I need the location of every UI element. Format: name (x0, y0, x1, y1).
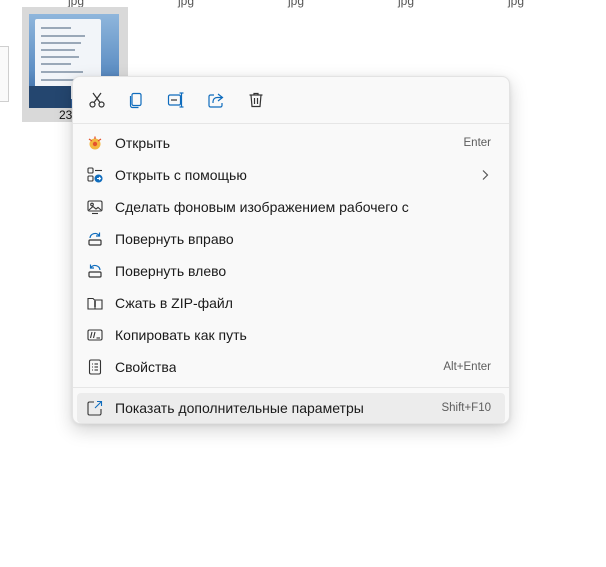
menu-item-set-wallpaper[interactable]: Сделать фоновым изображением рабочего ст… (77, 192, 505, 222)
menu-item-copy-as-path[interactable]: Копировать как путь (77, 320, 505, 350)
menu-item-shortcut: Alt+Enter (443, 361, 491, 373)
context-menu: Открыть Enter Открыть с помощью Сделать … (72, 76, 510, 424)
menu-separator (73, 387, 509, 388)
zip-icon (87, 297, 103, 310)
properties-icon (88, 359, 102, 375)
menu-item-compress-zip[interactable]: Сжать в ZIP-файл (77, 288, 505, 318)
menu-item-label: Сжать в ZIP-файл (115, 295, 233, 311)
file-label-top: jpg (398, 0, 415, 8)
menu-item-open[interactable]: Открыть Enter (77, 128, 505, 158)
rotate-right-icon (88, 232, 102, 246)
file-item-partial[interactable] (0, 46, 9, 102)
menu-item-label: Повернуть вправо (115, 231, 234, 247)
menu-item-properties[interactable]: Свойства Alt+Enter (77, 352, 505, 382)
open-with-icon (87, 167, 103, 183)
menu-item-label: Открыть (115, 135, 170, 151)
context-menu-toolbar (73, 77, 509, 124)
menu-item-rotate-right[interactable]: Повернуть вправо (77, 224, 505, 254)
share-button[interactable] (204, 88, 228, 112)
open-photos-icon (88, 136, 102, 150)
menu-item-shortcut: Enter (463, 137, 492, 149)
menu-item-label: Копировать как путь (115, 327, 247, 343)
file-name: 23 (59, 108, 73, 122)
menu-item-label: Сделать фоновым изображением рабочего ст… (115, 199, 409, 215)
more-options-icon (87, 400, 103, 416)
copy-path-icon (87, 329, 103, 341)
copy-icon (129, 92, 142, 109)
menu-item-show-more-options[interactable]: Показать дополнительные параметры Shift+… (77, 393, 505, 423)
file-label-top: jpg (508, 0, 525, 8)
menu-item-open-with[interactable]: Открыть с помощью (77, 160, 505, 190)
chevron-right-icon (482, 170, 489, 180)
desktop: jpg jpg jpg jpg jpg 23 Открыть Enter Отк… (0, 0, 606, 567)
cut-icon (89, 92, 105, 108)
menu-item-shortcut: Shift+F10 (441, 402, 491, 414)
menu-item-rotate-left[interactable]: Повернуть влево (77, 256, 505, 286)
rotate-left-icon (88, 264, 102, 278)
file-label-top: jpg (178, 0, 195, 8)
menu-item-label: Открыть с помощью (115, 167, 247, 183)
menu-item-label: Свойства (115, 359, 177, 375)
cut-button[interactable] (85, 88, 109, 112)
copy-button[interactable] (124, 88, 148, 112)
delete-icon (249, 92, 263, 108)
menu-item-label: Повернуть влево (115, 263, 227, 279)
rename-icon (167, 92, 184, 108)
file-label-top: jpg (288, 0, 305, 8)
rename-button[interactable] (164, 88, 188, 112)
delete-button[interactable] (244, 88, 268, 112)
menu-item-label: Показать дополнительные параметры (115, 400, 364, 416)
share-icon (208, 93, 224, 108)
wallpaper-icon (87, 200, 103, 215)
